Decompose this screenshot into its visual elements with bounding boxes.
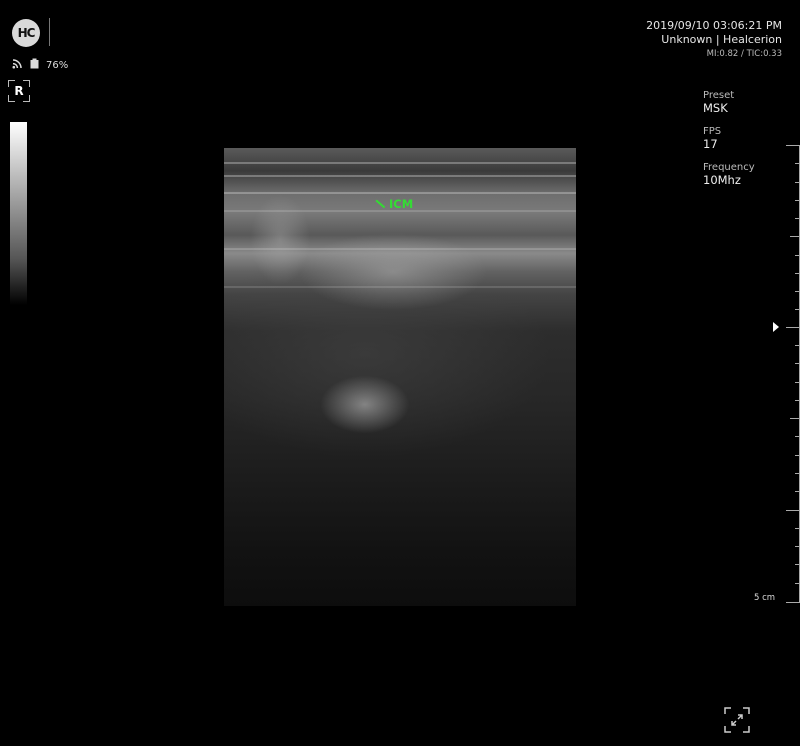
grayscale-bar (10, 122, 27, 305)
battery-percent: 76% (46, 59, 69, 71)
mi-tic-readout: MI:0.82 / TIC:0.33 (706, 49, 782, 59)
annotation-arrow-icon (375, 199, 386, 209)
orientation-letter: R (14, 84, 24, 98)
focus-marker-icon[interactable] (773, 322, 779, 332)
ultrasound-image[interactable] (224, 148, 576, 606)
exam-info: 2019/09/10 03:06:21 PM Unknown | Healcer… (646, 19, 782, 61)
param-value: 10Mhz (703, 173, 741, 187)
wifi-icon (12, 58, 23, 72)
battery-icon (29, 58, 40, 72)
depth-ruler (760, 145, 800, 605)
orientation-marker[interactable]: R (8, 80, 30, 102)
healcerion-logo[interactable]: HC (12, 19, 40, 47)
fullscreen-button[interactable] (724, 707, 750, 733)
status-row: 76% (12, 58, 68, 72)
icm-annotation[interactable]: ICM (375, 197, 413, 211)
datetime: 2019/09/10 03:06:21 PM (646, 19, 782, 32)
param-value: 17 (703, 137, 718, 151)
logo-divider (49, 18, 50, 46)
param-value: MSK (703, 101, 728, 115)
fullscreen-icon (724, 707, 750, 737)
annotation-text: ICM (389, 197, 414, 211)
patient-info: Unknown | Healcerion (661, 33, 782, 46)
scan-parameters: Preset MSK FPS 17 Frequency 10Mhz (703, 89, 755, 197)
depth-label: 5 cm (754, 593, 776, 603)
